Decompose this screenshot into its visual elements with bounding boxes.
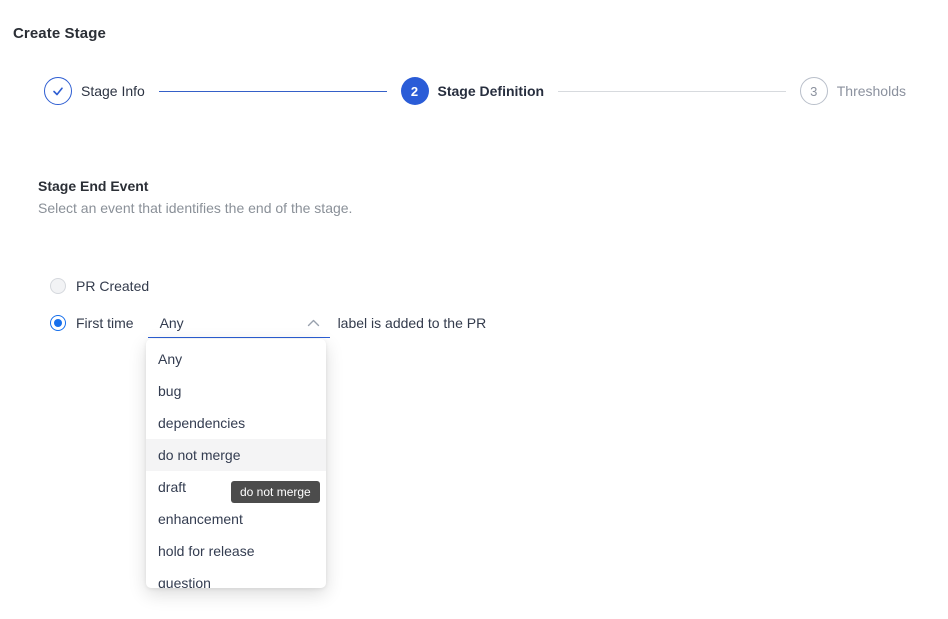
step-label-thresholds: Thresholds <box>837 83 906 99</box>
page-title: Create Stage <box>13 25 106 42</box>
label-select-suffix-text: label is added to the PR <box>338 315 487 331</box>
dropdown-option-bug[interactable]: bug <box>146 375 326 407</box>
radio-option-first-time[interactable]: First time Any label is added to the PR <box>50 308 486 338</box>
step-stage-info[interactable]: Stage Info <box>44 77 145 105</box>
radio-label-first-time: First time <box>76 315 134 331</box>
do-not-merge-tooltip: do not merge <box>231 481 320 503</box>
step-label-stage-definition: Stage Definition <box>438 83 545 99</box>
section-description: Select an event that identifies the end … <box>38 200 352 216</box>
dropdown-option-enhancement[interactable]: enhancement <box>146 503 326 535</box>
chevron-up-icon <box>307 319 320 327</box>
dropdown-option-dependencies[interactable]: dependencies <box>146 407 326 439</box>
step-stage-definition[interactable]: 2 Stage Definition <box>401 77 545 105</box>
step-connector-done <box>159 91 387 92</box>
radio-option-pr-created[interactable]: PR Created <box>50 277 149 295</box>
step-connector-todo <box>558 91 786 92</box>
step-number-3: 3 <box>800 77 828 105</box>
step-number-2: 2 <box>401 77 429 105</box>
dropdown-option-do-not-merge[interactable]: do not merge <box>146 439 326 471</box>
label-select[interactable]: Any <box>148 308 330 338</box>
label-dropdown-panel: Any bug dependencies do not merge draft … <box>146 339 326 588</box>
section-heading: Stage End Event <box>38 178 148 194</box>
radio-checked-icon[interactable] <box>50 315 66 331</box>
step-label-stage-info: Stage Info <box>81 83 145 99</box>
dropdown-option-hold-for-release[interactable]: hold for release <box>146 535 326 567</box>
step-complete-check-icon <box>44 77 72 105</box>
stepper: Stage Info 2 Stage Definition 3 Threshol… <box>44 77 906 105</box>
radio-unchecked-icon[interactable] <box>50 278 66 294</box>
label-select-value: Any <box>160 315 184 331</box>
radio-label-pr-created: PR Created <box>76 278 149 294</box>
dropdown-option-question[interactable]: question <box>146 567 326 588</box>
dropdown-option-any[interactable]: Any <box>146 343 326 375</box>
step-thresholds[interactable]: 3 Thresholds <box>800 77 906 105</box>
